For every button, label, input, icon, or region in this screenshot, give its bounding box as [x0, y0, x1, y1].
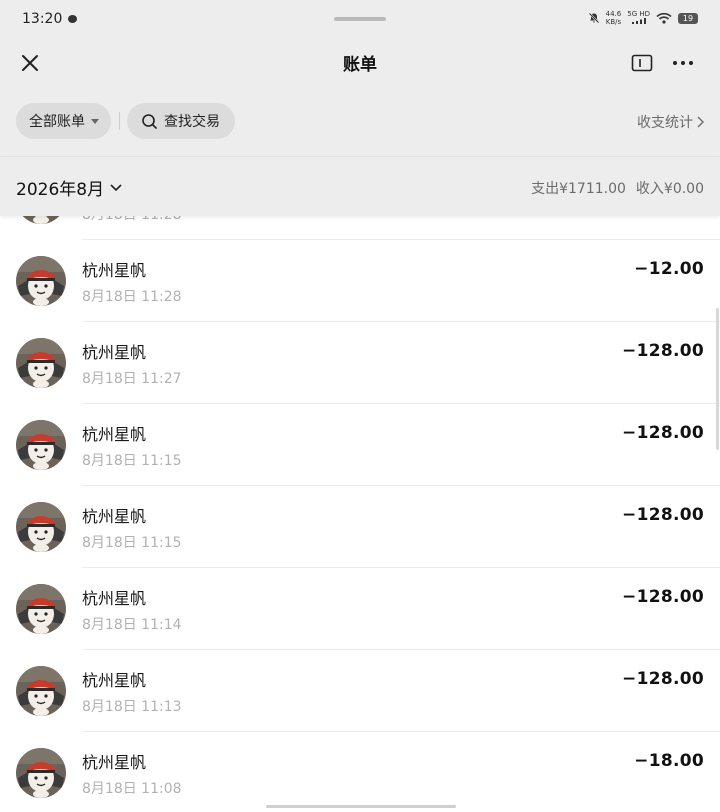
search-label: 查找交易 — [164, 114, 220, 130]
network-label: 5G HD — [627, 10, 650, 18]
scrollbar[interactable] — [716, 308, 719, 450]
home-indicator[interactable] — [266, 805, 456, 808]
merchant-avatar — [16, 338, 66, 388]
grab-handle[interactable] — [334, 17, 386, 21]
transaction-amount: −18.00 — [634, 751, 704, 771]
transaction-time: 8月18日 11:28 — [82, 289, 182, 305]
merchant-avatar — [16, 256, 66, 306]
filter-divider — [119, 112, 120, 130]
status-bar: 13:20 44.6 KB/s 5G HD 19 — [0, 0, 720, 38]
search-icon — [142, 113, 157, 129]
transaction-amount: −128.00 — [622, 423, 704, 443]
all-bills-filter[interactable]: 全部账单 — [16, 103, 111, 139]
chevron-right-icon — [697, 116, 704, 128]
transaction-row[interactable]: 杭州星帆 8月18日 11:28 −12.00 — [0, 240, 720, 322]
status-icons: 44.6 KB/s 5G HD 19 — [588, 10, 698, 26]
more-icon[interactable] — [670, 51, 696, 75]
battery-icon: 19 — [678, 12, 698, 24]
wifi-icon — [656, 12, 672, 24]
merchant-name: 杭州星帆 — [82, 671, 147, 690]
all-bills-label: 全部账单 — [29, 114, 85, 130]
transaction-amount: −128.00 — [622, 341, 704, 361]
merchant-avatar — [16, 748, 66, 798]
status-time: 13:20 — [22, 11, 63, 27]
transaction-row[interactable]: 杭州星帆 8月18日 11:15 −128.00 — [0, 404, 720, 486]
month-summary: 支出¥1711.00 收入¥0.00 — [531, 178, 704, 198]
transaction-amount: −128.00 — [622, 505, 704, 525]
transaction-row[interactable]: 杭州星帆 8月18日 11:13 −128.00 — [0, 650, 720, 732]
merchant-name: 杭州星帆 — [82, 425, 147, 444]
caret-down-icon — [91, 118, 99, 124]
filter-bar: 全部账单 查找交易 收支统计 — [0, 88, 720, 156]
merchant-avatar — [16, 420, 66, 470]
merchant-avatar — [16, 584, 66, 634]
chevron-down-icon — [110, 183, 122, 191]
month-label: 2026年8月 — [16, 180, 105, 200]
mute-bell-icon — [588, 12, 599, 24]
merchant-name: 杭州星帆 — [82, 507, 147, 526]
stats-link[interactable]: 收支统计 — [637, 112, 704, 132]
page-title: 账单 — [343, 55, 377, 75]
merchant-name: 杭州星帆 — [82, 343, 147, 362]
split-screen-icon[interactable] — [630, 51, 654, 75]
net-speed-unit: KB/s — [605, 18, 622, 26]
merchant-name: 杭州星帆 — [82, 261, 147, 280]
transaction-amount: −12.00 — [634, 259, 704, 279]
transaction-time: 8月18日 11:14 — [82, 617, 182, 633]
month-header: 2026年8月 支出¥1711.00 收入¥0.00 — [0, 156, 720, 216]
transaction-time: 8月18日 11:15 — [82, 453, 182, 469]
search-transactions-button[interactable]: 查找交易 — [127, 103, 235, 139]
transaction-amount: −128.00 — [622, 669, 704, 689]
transaction-time: 8月18日 11:15 — [82, 535, 182, 551]
network-type: 5G HD — [627, 10, 650, 26]
merchant-avatar — [16, 502, 66, 552]
nav-bar: 账单 — [0, 38, 720, 88]
transaction-time: 8月18日 11:27 — [82, 371, 182, 387]
income-total: 收入¥0.00 — [635, 181, 704, 197]
month-picker[interactable]: 2026年8月 — [16, 175, 122, 200]
merchant-avatar — [16, 666, 66, 716]
net-speed-value: 44.6 — [605, 10, 622, 18]
signal-icon — [631, 18, 646, 24]
transaction-row[interactable]: 杭州星帆 8月18日 11:27 −128.00 — [0, 322, 720, 404]
transaction-row[interactable]: 杭州星帆 8月18日 11:14 −128.00 — [0, 568, 720, 650]
bill-page: 13:20 44.6 KB/s 5G HD 19 账单 全部账单 查找交易 收支… — [0, 0, 720, 812]
transaction-row[interactable]: 杭州星帆 8月18日 11:08 −18.00 — [0, 732, 720, 812]
net-speed: 44.6 KB/s — [606, 10, 622, 26]
merchant-name: 杭州星帆 — [82, 589, 147, 608]
chat-notification-icon — [68, 15, 78, 23]
stats-label: 收支统计 — [637, 115, 693, 131]
transaction-row[interactable]: 杭州星帆 8月18日 11:15 −128.00 — [0, 486, 720, 568]
transaction-list: 杭州星帆 8月18日 11:28 杭州星帆 8月18日 11:28 −12.00 — [0, 158, 720, 812]
expense-total: 支出¥1711.00 — [531, 181, 626, 197]
transaction-time: 8月18日 11:13 — [82, 699, 182, 715]
transaction-amount: −128.00 — [622, 587, 704, 607]
merchant-name: 杭州星帆 — [82, 753, 147, 772]
transaction-time: 8月18日 11:08 — [82, 781, 182, 797]
